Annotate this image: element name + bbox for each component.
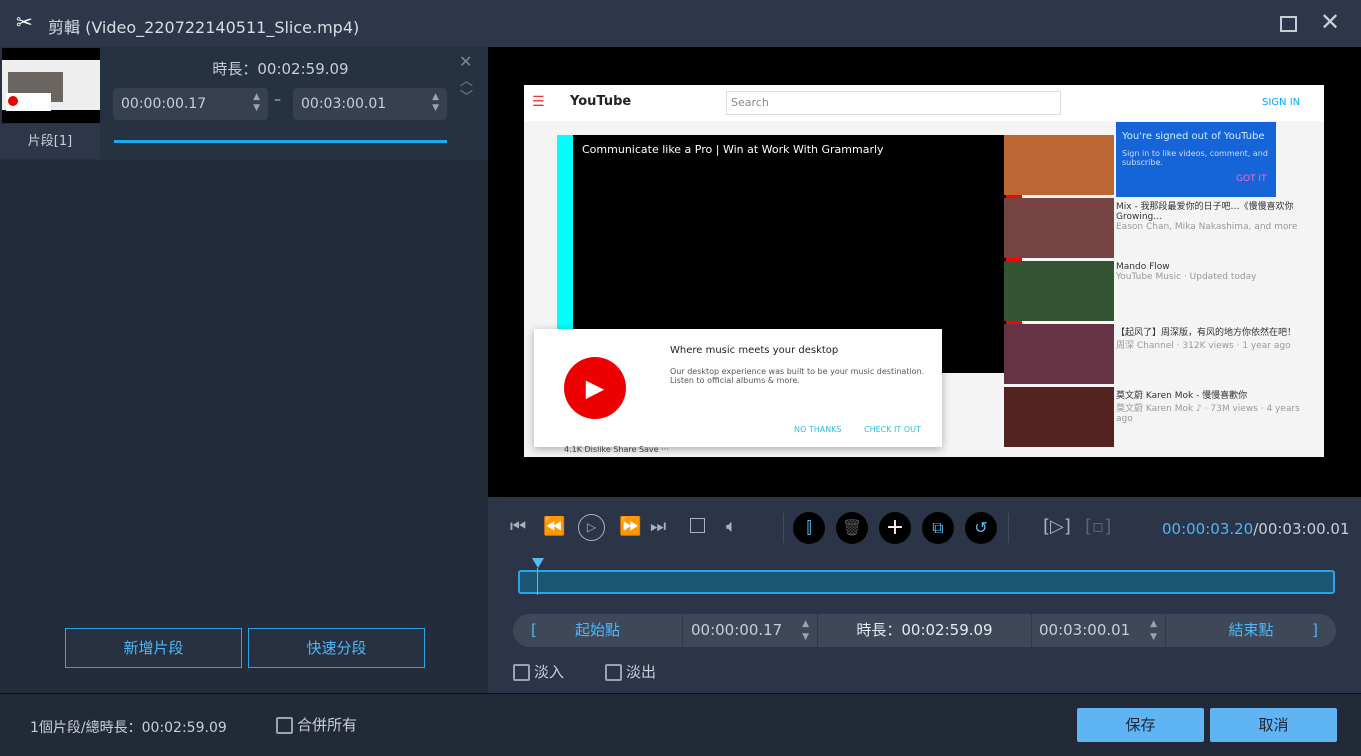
yt-rec: 莫文蔚 Karen Mok - 慢慢喜歡你 莫文蔚 Karen Mok ♪ · 7… [1116, 391, 1300, 424]
undo-icon[interactable]: ↺ [965, 512, 997, 544]
copy-icon[interactable]: ⧉ [922, 512, 954, 544]
yt-rec: Mando Flow YouTube Music · Updated today [1116, 262, 1257, 282]
stepper-icon[interactable]: ▲ ▼ [253, 92, 260, 114]
yt-sign-in: SIGN IN [1262, 97, 1301, 108]
popup-no-thanks: NO THANKS [794, 425, 842, 434]
clip-duration: 時長：00:02:59.09 [212, 60, 349, 78]
playhead[interactable] [531, 558, 544, 595]
play-selection-icon[interactable]: [▷] [1043, 516, 1071, 537]
stepper-icon: ▲ ▼ [802, 619, 809, 642]
stop-icon[interactable] [690, 518, 705, 533]
remove-clip-icon[interactable]: ✕ [459, 52, 472, 71]
skip-end-icon[interactable]: ⏭ [650, 516, 666, 537]
clip-end-value: 00:03:00.01 [301, 96, 387, 112]
yt-music-popup: ▶ Where music meets your desktop Our des… [534, 329, 942, 447]
current-time: 00:00:03.20 [1162, 520, 1254, 538]
range-duration: 時長：00:02:59.09 [818, 614, 1032, 647]
maximize-icon[interactable] [1280, 16, 1297, 32]
window-title: 剪輯 (Video_220722140511_Slice.mp4) [48, 18, 360, 37]
quick-split-button[interactable]: 快速分段 [248, 628, 425, 668]
stepper-icon: ▲ ▼ [1150, 619, 1157, 642]
stepper-icon[interactable]: ▲ ▼ [432, 92, 439, 114]
footer: 1個片段/總時長：00:02:59.09 合併所有 保存 取消 [0, 693, 1361, 756]
youtube-logo: YouTube [570, 94, 632, 109]
clip-start-value: 00:00:00.17 [121, 96, 207, 112]
yt-rec: Mix - 我那段最爱你的日子吧…《慢慢喜欢你 Growing… Eason Ch… [1116, 202, 1298, 232]
yt-actions: 4.1K Dislike Share Save ··· [564, 445, 669, 454]
yt-video-title: Communicate like a Pro | Win at Work Wit… [582, 143, 884, 156]
popup-check-it-out: CHECK IT OUT [864, 425, 921, 434]
popup-text: Our desktop experience was built to be y… [670, 367, 925, 385]
range-start-input[interactable]: 00:00:00.17 ▲ ▼ [683, 614, 818, 647]
yt-got-it: GOT IT [1236, 174, 1267, 184]
time-readout: 00:00:03.20/00:03:00.01 [1162, 520, 1350, 538]
clip-progress-bar [114, 140, 447, 143]
summary-text: 1個片段/總時長：00:02:59.09 [30, 720, 227, 736]
play-icon[interactable]: ▷ [578, 514, 605, 541]
set-start-button[interactable]: [起始點 [513, 614, 683, 647]
clip-label: 片段[1] [0, 124, 100, 159]
range-end-input[interactable]: 00:03:00.01 ▲ ▼ [1032, 614, 1166, 647]
video-frame: ☰ YouTube Search SIGN IN Communicate lik… [524, 85, 1324, 457]
title-bar: ✂ 剪輯 (Video_220722140511_Slice.mp4) ✕ [0, 0, 1361, 47]
delete-icon[interactable]: 🗑︎ [836, 512, 868, 544]
fast-forward-icon[interactable]: ⏩ [619, 516, 641, 537]
cancel-button[interactable]: 取消 [1210, 708, 1337, 742]
yt-search: Search [726, 91, 1061, 115]
timeline-track[interactable] [518, 570, 1335, 594]
move-down-icon[interactable]: ﹀ [460, 86, 473, 105]
rewind-icon[interactable]: ⏪ [543, 516, 565, 537]
clip-thumbnail[interactable] [2, 48, 100, 123]
scissors-icon: ✂ [16, 10, 33, 34]
popup-title: Where music meets your desktop [670, 345, 839, 356]
yt-music-icon: ▶ [564, 357, 626, 419]
clip-start-input[interactable]: 00:00:00.17 ▲ ▼ [113, 88, 268, 120]
fade-out-checkbox[interactable]: 淡出 [605, 661, 656, 682]
close-icon[interactable]: ✕ [1320, 8, 1340, 36]
add-segment-button[interactable]: 新增片段 [65, 628, 242, 668]
merge-all-checkbox[interactable]: 合併所有 [276, 714, 357, 735]
clip-end-input[interactable]: 00:03:00.01 ▲ ▼ [293, 88, 447, 120]
range-editor: [起始點 00:00:00.17 ▲ ▼ 時長：00:02:59.09 00:03:… [513, 614, 1336, 647]
range-separator: – [274, 92, 281, 108]
menu-icon: ☰ [532, 94, 545, 110]
stop-selection-icon[interactable]: [▫] [1085, 516, 1111, 537]
split-icon[interactable]: ⫿ [793, 512, 825, 544]
set-end-button[interactable]: 結束點] [1166, 614, 1336, 647]
fade-in-checkbox[interactable]: 淡入 [513, 661, 564, 682]
total-time: /00:03:00.01 [1253, 520, 1350, 538]
yt-signed-out-title: You're signed out of YouTube [1122, 131, 1265, 142]
volume-icon[interactable]: 🔈︎ [726, 516, 737, 537]
save-button[interactable]: 保存 [1077, 708, 1204, 742]
add-icon[interactable]: + [879, 512, 911, 544]
yt-rec: 【起风了】周深版，有风的地方你依然在吧！ 周深 Channel · 312K vi… [1116, 328, 1297, 351]
yt-signed-out-text: Sign in to like videos, comment, and sub… [1122, 149, 1268, 167]
skip-start-icon[interactable]: ⏮ [510, 516, 526, 537]
